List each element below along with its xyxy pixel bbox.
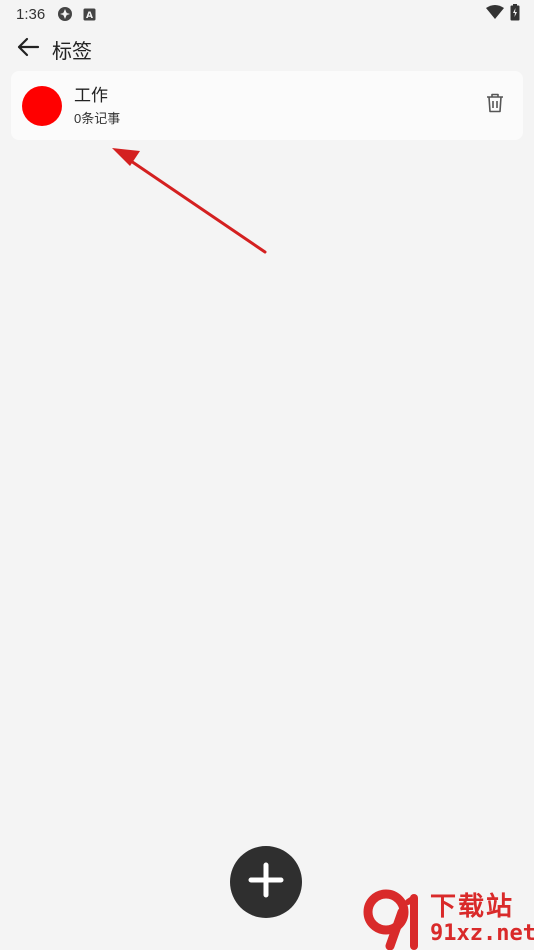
battery-icon xyxy=(510,3,520,25)
watermark-text: 下载站 91xz.net xyxy=(430,892,534,946)
svg-text:A: A xyxy=(86,11,93,21)
tag-name: 工作 xyxy=(74,85,108,105)
app-bar: 标签 xyxy=(0,30,534,68)
watermark-bottom-text: 91xz.net xyxy=(430,921,534,946)
tag-card[interactable]: 工作 0条记事 xyxy=(11,71,523,140)
tag-color-dot xyxy=(22,85,62,126)
annotation-arrow xyxy=(112,148,267,254)
status-bar: 1:36 A xyxy=(0,0,534,28)
delete-tag-button[interactable] xyxy=(483,93,507,117)
arrow-left-icon xyxy=(16,37,40,62)
watermark-logo xyxy=(362,888,428,950)
watermark: 下载站 91xz.net xyxy=(362,888,534,950)
add-tag-button[interactable] xyxy=(230,846,302,918)
back-button[interactable] xyxy=(14,35,42,63)
tag-text: 工作 0条记事 xyxy=(74,85,120,127)
plus-icon xyxy=(247,861,285,904)
trash-icon xyxy=(486,93,504,118)
wifi-icon xyxy=(486,5,504,23)
a-badge-icon: A xyxy=(83,8,96,21)
page-title: 标签 xyxy=(52,40,92,63)
status-time: 1:36 xyxy=(16,5,46,23)
sync-icon xyxy=(57,6,73,22)
tag-note-count: 0条记事 xyxy=(74,110,121,126)
watermark-top-text: 下载站 xyxy=(430,892,515,922)
